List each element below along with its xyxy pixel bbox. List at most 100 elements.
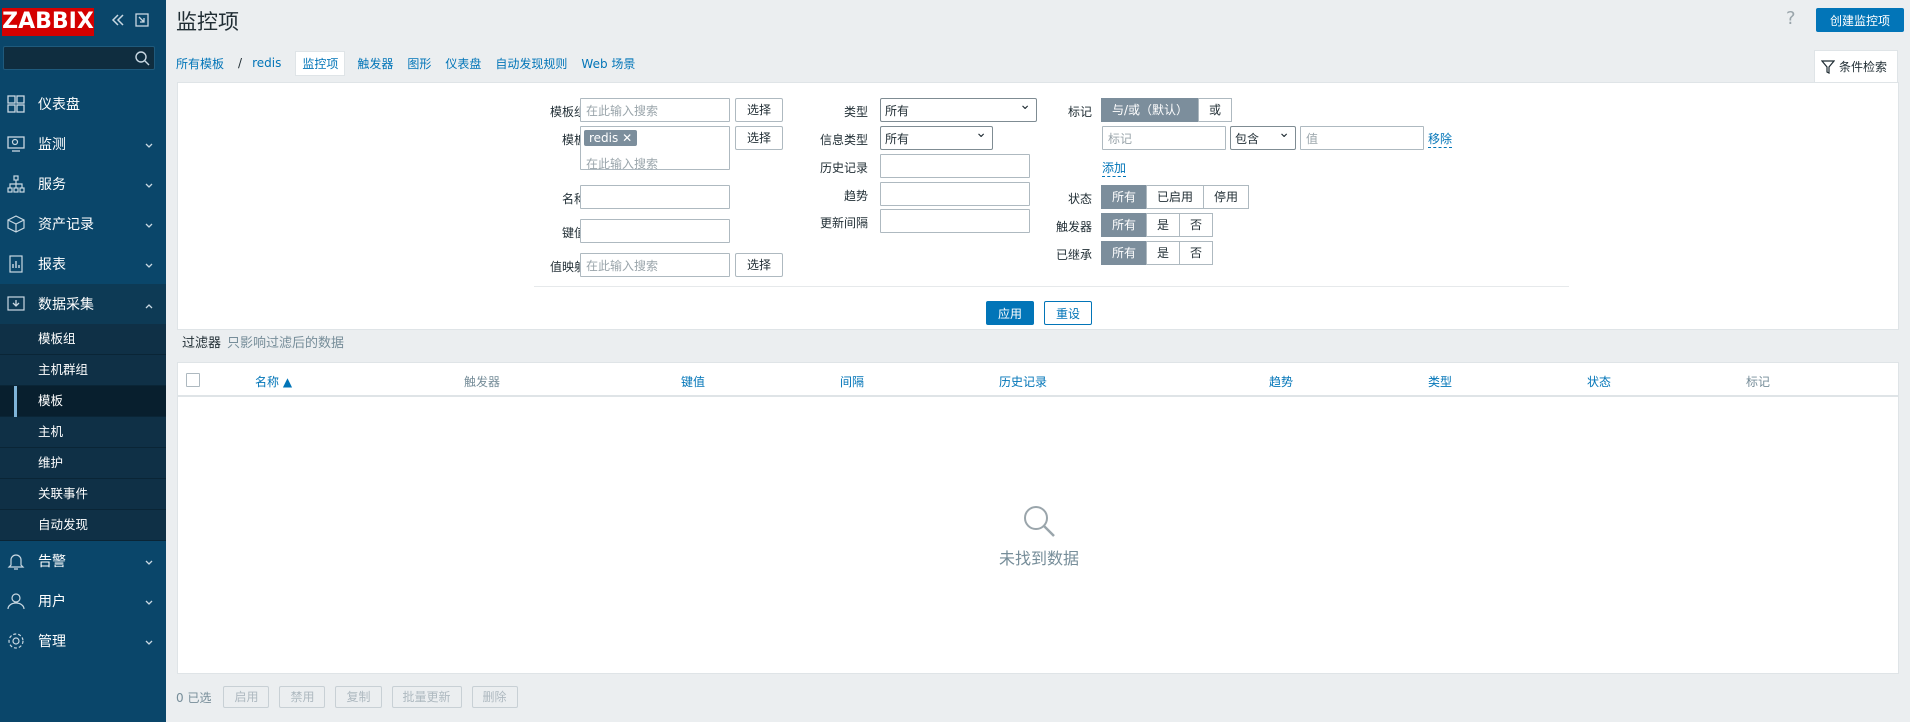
- tags-andor-option[interactable]: 与/或（默认）: [1101, 98, 1200, 122]
- breadcrumb-separator: /: [238, 56, 243, 70]
- tab-items[interactable]: 监控项: [295, 50, 346, 76]
- apply-button[interactable]: 应用: [986, 301, 1034, 325]
- select-all-checkbox[interactable]: [186, 373, 200, 387]
- template-select-button[interactable]: 选择: [735, 126, 783, 150]
- chevron-down-icon: [144, 556, 154, 566]
- valuemap-input[interactable]: 在此输入搜索: [580, 253, 730, 277]
- sidebar-search-input[interactable]: [3, 46, 155, 70]
- column-type[interactable]: 类型: [1428, 373, 1452, 390]
- valuemap-select-button[interactable]: 选择: [735, 253, 783, 277]
- status-all-option[interactable]: 所有: [1101, 185, 1148, 209]
- tags-or-option[interactable]: 或: [1198, 98, 1233, 122]
- menu-item-alerts[interactable]: 告警: [0, 541, 166, 581]
- search-icon[interactable]: [134, 50, 150, 66]
- type-label: 类型: [843, 105, 868, 119]
- status-label: 状态: [1067, 192, 1092, 206]
- type-select[interactable]: 所有: [880, 97, 1037, 122]
- info-type-select[interactable]: 所有: [880, 125, 993, 150]
- tag-name-input[interactable]: 标记: [1102, 126, 1226, 150]
- tag-value-input[interactable]: 值: [1300, 126, 1424, 150]
- menu-item-users[interactable]: 用户: [0, 581, 166, 621]
- collapse-sidebar-icon[interactable]: [110, 12, 126, 28]
- triggers-label: 触发器: [1055, 220, 1092, 234]
- column-history[interactable]: 历史记录: [999, 373, 1047, 390]
- key-input[interactable]: [580, 219, 730, 243]
- name-input[interactable]: [580, 185, 730, 209]
- tag-remove-link[interactable]: 移除: [1428, 130, 1453, 148]
- submenu-item-discovery[interactable]: 自动发现: [0, 510, 166, 541]
- inherited-all-option[interactable]: 所有: [1101, 241, 1148, 265]
- tag-remove-icon[interactable]: ✕: [622, 131, 632, 145]
- tab-web-scenarios[interactable]: Web 场景: [581, 55, 635, 72]
- create-item-button[interactable]: 创建监控项: [1816, 8, 1904, 32]
- filter-tab[interactable]: 条件检索: [1814, 50, 1898, 82]
- disable-button[interactable]: 禁用: [279, 686, 326, 708]
- column-interval[interactable]: 间隔: [840, 373, 864, 390]
- inherited-yes-option[interactable]: 是: [1146, 241, 1181, 265]
- trends-label: 趋势: [843, 189, 868, 203]
- enable-button[interactable]: 启用: [223, 686, 270, 708]
- menu-label: 用户: [38, 594, 66, 610]
- menu-item-dashboard[interactable]: 仪表盘: [0, 84, 166, 124]
- items-table: 名称 ▲ 触发器 键值 间隔 历史记录 趋势 类型 状态 标记 未找到数据: [177, 362, 1899, 674]
- main-menu: 仪表盘 监测 服务 资产记录 报表 数据采集 模板组 主机群组 模板 主机 维护…: [0, 84, 166, 661]
- submenu-item-hosts[interactable]: 主机: [0, 417, 166, 448]
- history-label: 历史记录: [819, 161, 868, 175]
- menu-item-administration[interactable]: 管理: [0, 621, 166, 661]
- triggers-yes-option[interactable]: 是: [1146, 213, 1181, 237]
- tab-graphs[interactable]: 图形: [407, 55, 431, 72]
- history-input[interactable]: [880, 154, 1030, 178]
- status-disabled-option[interactable]: 停用: [1203, 185, 1250, 209]
- filter-divider: [534, 286, 1569, 287]
- trends-input[interactable]: [880, 182, 1030, 206]
- inherited-no-option[interactable]: 否: [1179, 241, 1214, 265]
- filter-note-sub: 只影响过滤后的数据: [227, 336, 345, 351]
- interval-label: 更新间隔: [819, 216, 868, 230]
- submenu-item-event-correlation[interactable]: 关联事件: [0, 479, 166, 510]
- submenu-item-template-groups[interactable]: 模板组: [0, 324, 166, 355]
- column-tags: 标记: [1746, 375, 1771, 389]
- kiosk-mode-icon[interactable]: [134, 12, 150, 28]
- tag-add-link[interactable]: 添加: [1102, 159, 1127, 177]
- template-group-input[interactable]: 在此输入搜索: [580, 98, 730, 122]
- menu-item-reports[interactable]: 报表: [0, 244, 166, 284]
- menu-item-monitoring[interactable]: 监测: [0, 124, 166, 164]
- menu-label: 报表: [38, 257, 66, 273]
- breadcrumb-all-templates[interactable]: 所有模板: [176, 55, 224, 72]
- no-data-search-icon: [1024, 506, 1055, 537]
- tag-operator-select[interactable]: 包含: [1230, 125, 1296, 150]
- tab-dashboards[interactable]: 仪表盘: [445, 55, 481, 72]
- column-name[interactable]: 名称 ▲: [255, 373, 292, 390]
- reset-button[interactable]: 重设: [1044, 301, 1092, 325]
- mass-update-button[interactable]: 批量更新: [391, 686, 462, 708]
- name-label: 名称: [561, 192, 586, 206]
- copy-button[interactable]: 复制: [335, 686, 382, 708]
- template-group-select-button[interactable]: 选择: [735, 98, 783, 122]
- inventory-icon: [6, 214, 26, 234]
- help-icon[interactable]: ?: [1786, 8, 1796, 29]
- status-toggle: 所有 已启用 停用: [1101, 185, 1250, 209]
- submenu-item-maintenance[interactable]: 维护: [0, 448, 166, 479]
- triggers-all-option[interactable]: 所有: [1101, 213, 1148, 237]
- empty-text: 未找到数据: [998, 549, 1079, 568]
- chevron-down-icon: [144, 636, 154, 646]
- template-group-label: 模板组: [549, 105, 586, 119]
- menu-item-inventory[interactable]: 资产记录: [0, 204, 166, 244]
- submenu-item-templates[interactable]: 模板: [0, 386, 166, 417]
- status-enabled-option[interactable]: 已启用: [1146, 185, 1205, 209]
- triggers-no-option[interactable]: 否: [1179, 213, 1214, 237]
- submenu-item-host-groups[interactable]: 主机群组: [0, 355, 166, 386]
- column-status[interactable]: 状态: [1587, 373, 1611, 390]
- zabbix-logo[interactable]: ZABBIX: [2, 8, 94, 36]
- delete-button[interactable]: 删除: [471, 686, 518, 708]
- menu-item-data-collection[interactable]: 数据采集: [0, 284, 166, 324]
- menu-item-services[interactable]: 服务: [0, 164, 166, 204]
- monitoring-icon: [6, 134, 26, 154]
- users-icon: [6, 591, 26, 611]
- breadcrumb-template-redis[interactable]: redis: [252, 56, 281, 70]
- interval-input[interactable]: [880, 209, 1030, 233]
- column-trends[interactable]: 趋势: [1269, 373, 1293, 390]
- tab-discovery-rules[interactable]: 自动发现规则: [495, 55, 567, 72]
- tab-triggers[interactable]: 触发器: [357, 55, 393, 72]
- column-key[interactable]: 键值: [681, 373, 705, 390]
